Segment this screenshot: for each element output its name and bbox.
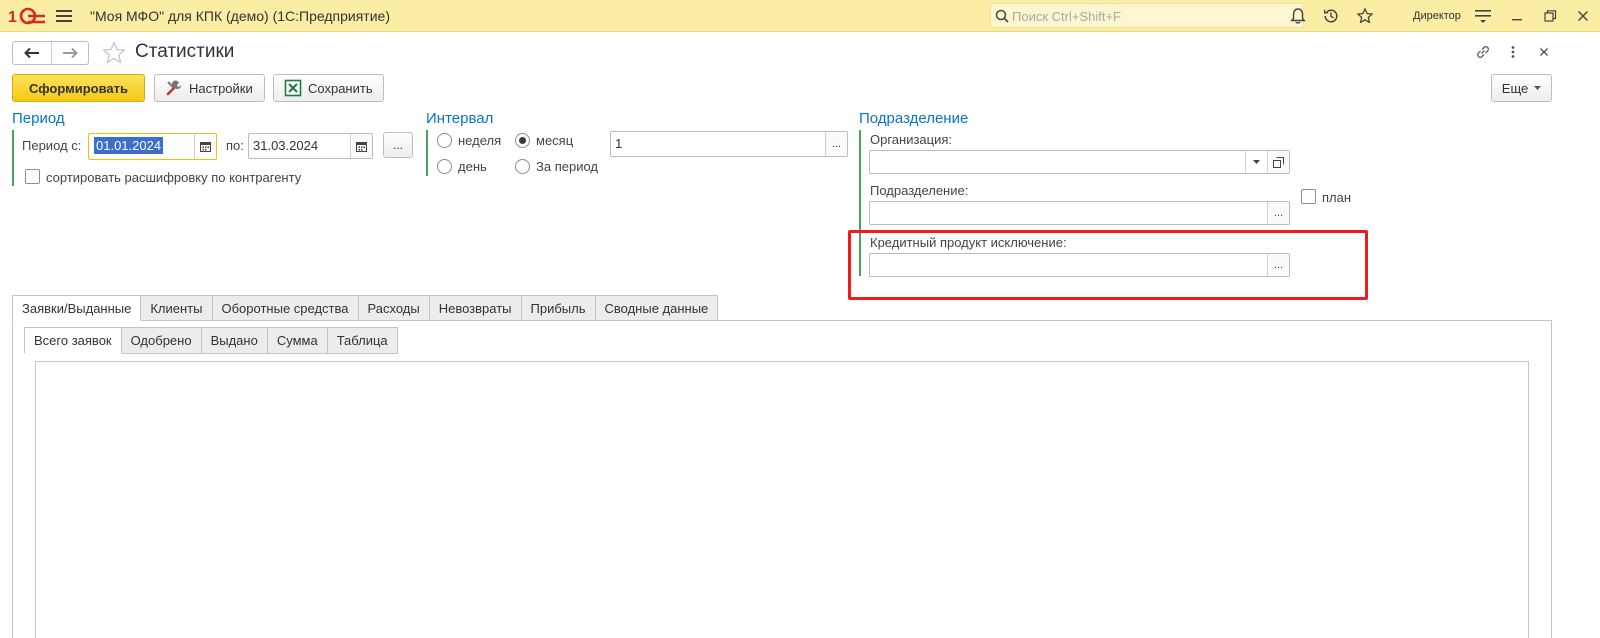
radio-period-label: За период (536, 159, 598, 174)
open-form-icon (1273, 156, 1284, 168)
division-group-title: Подразделение (859, 110, 969, 127)
calendar-from-button[interactable] (194, 134, 216, 159)
period-to-label: по: (226, 138, 244, 153)
organization-label: Организация: (870, 132, 953, 147)
save-button[interactable]: Сохранить (273, 74, 384, 102)
interval-group-bar (426, 130, 428, 176)
favorites-star-icon[interactable] (1356, 7, 1374, 25)
subtab-approved[interactable]: Одобрено (121, 327, 202, 354)
division-label: Подразделение: (870, 183, 969, 198)
bell-icon[interactable] (1289, 7, 1307, 25)
excel-save-icon (284, 79, 302, 97)
wrench-icon (166, 80, 182, 96)
radio-day[interactable] (437, 159, 452, 174)
period-select-button[interactable]: ... (383, 132, 413, 158)
radio-week[interactable] (437, 133, 452, 148)
organization-field[interactable] (869, 150, 1290, 174)
add-to-favorites-star-icon[interactable] (101, 40, 127, 66)
close-form-icon[interactable] (1535, 43, 1553, 61)
main-menu-icon[interactable] (56, 9, 72, 23)
radio-week-label: неделя (458, 133, 502, 148)
calendar-icon (200, 142, 211, 152)
period-group-bar (12, 130, 14, 186)
restore-icon[interactable] (1541, 7, 1559, 25)
sub-tabs: Всего заявок Одобрено Выдано Сумма Табли… (24, 327, 398, 354)
period-to-input[interactable] (253, 136, 349, 154)
period-from-label: Период с: (22, 138, 82, 153)
tab-working-capital[interactable]: Оборотные средства (212, 295, 359, 321)
sort-by-contractor-label: сортировать расшифровку по контрагенту (46, 170, 302, 185)
radio-day-label: день (458, 159, 487, 174)
minimize-icon[interactable] (1508, 7, 1526, 25)
report-chart-area[interactable] (35, 361, 1529, 638)
global-search[interactable] (990, 3, 1304, 28)
tab-applications-issued[interactable]: Заявки/Выданные (12, 295, 142, 321)
interval-group-title: Интервал (426, 110, 494, 127)
division-input[interactable] (874, 204, 1264, 222)
back-button[interactable] (13, 42, 51, 64)
settings-button[interactable]: Настройки (154, 74, 265, 102)
subtab-amount[interactable]: Сумма (267, 327, 328, 354)
division-select-button[interactable]: ... (1267, 202, 1289, 224)
subtab-issued[interactable]: Выдано (201, 327, 268, 354)
tab-profit[interactable]: Прибыль (521, 295, 596, 321)
arrow-left-icon (23, 47, 39, 59)
tab-expenses[interactable]: Расходы (358, 295, 430, 321)
organization-open-button[interactable] (1267, 151, 1289, 173)
forward-button[interactable] (50, 42, 89, 64)
tab-clients[interactable]: Клиенты (141, 295, 213, 321)
svg-text:1: 1 (8, 9, 17, 26)
sort-by-contractor-checkbox[interactable] (25, 169, 40, 184)
settings-button-label: Настройки (189, 80, 253, 96)
red-highlight-box (848, 230, 1368, 300)
more-button-label: Еще (1501, 80, 1529, 96)
organization-dropdown-button[interactable] (1245, 151, 1267, 173)
subtab-total-applications[interactable]: Всего заявок (24, 327, 122, 354)
tab-summary[interactable]: Сводные данные (595, 295, 719, 321)
period-to-field[interactable] (248, 133, 373, 159)
current-user[interactable]: Директор (1413, 10, 1461, 22)
close-window-icon[interactable] (1574, 7, 1592, 25)
plan-label: план (1322, 190, 1352, 205)
plan-checkbox[interactable] (1301, 189, 1316, 204)
division-field[interactable]: ... (869, 201, 1290, 225)
navigation-buttons (12, 41, 89, 65)
main-tabs: Заявки/Выданные Клиенты Оборотные средст… (12, 295, 719, 321)
radio-period[interactable] (515, 159, 530, 174)
chevron-down-icon (1534, 85, 1542, 90)
window-titlebar: 1 "Моя МФО" для КПК (демо) (1С:Предприят… (0, 0, 1600, 32)
calendar-icon (356, 141, 367, 152)
arrow-right-icon (62, 47, 78, 59)
tab-defaults[interactable]: Невозвраты (429, 295, 522, 321)
chevron-down-icon (1253, 159, 1260, 164)
save-button-label: Сохранить (308, 80, 373, 96)
more-vertical-icon[interactable] (1504, 43, 1522, 61)
period-group-title: Период (12, 110, 65, 127)
subtab-table[interactable]: Таблица (327, 327, 398, 354)
period-from-value: 01.01.2024 (94, 137, 164, 154)
interval-count-field[interactable]: ... (610, 131, 848, 157)
more-button[interactable]: Еще (1491, 74, 1552, 102)
link-icon[interactable] (1474, 43, 1492, 61)
interval-count-select-button[interactable]: ... (825, 132, 847, 156)
settings-menu-icon[interactable] (1474, 7, 1492, 25)
radio-month-label: месяц (536, 133, 574, 148)
search-input[interactable] (1012, 6, 1297, 26)
radio-month[interactable] (515, 133, 530, 148)
period-from-field[interactable]: 01.01.2024 (88, 133, 217, 160)
1c-logo-icon[interactable]: 1 (8, 6, 46, 26)
organization-input[interactable] (874, 153, 1244, 171)
search-icon (995, 9, 1009, 23)
page-title: Статистики (135, 41, 235, 62)
generate-button[interactable]: Сформировать (12, 74, 145, 102)
history-icon[interactable] (1322, 7, 1340, 25)
interval-count-input[interactable] (615, 134, 823, 152)
calendar-to-button[interactable] (350, 134, 372, 158)
app-title: "Моя МФО" для КПК (демо) (1С:Предприятие… (90, 8, 390, 24)
